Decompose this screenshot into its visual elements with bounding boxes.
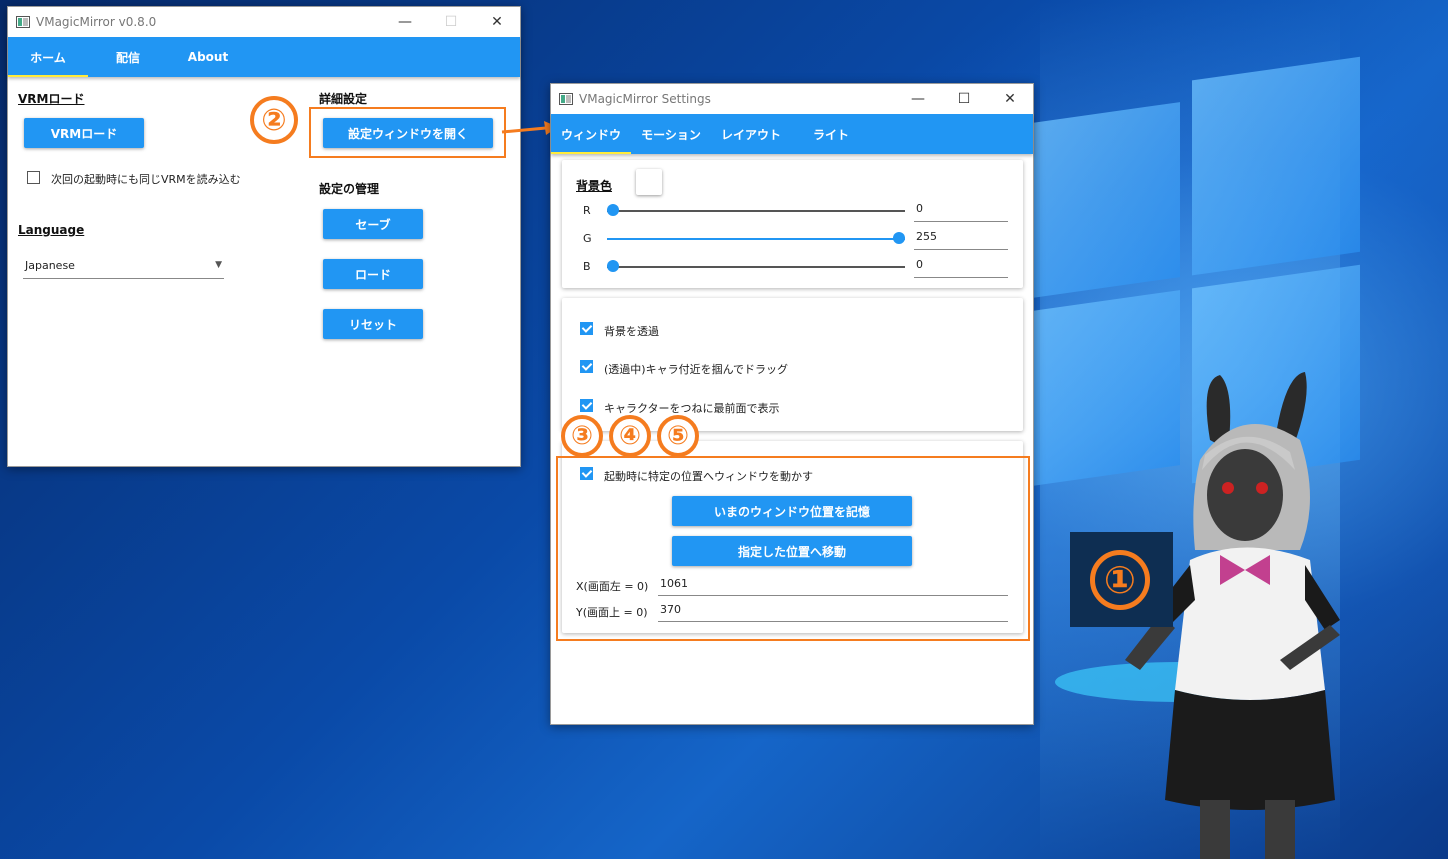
chevron-down-icon: ▼	[215, 260, 222, 270]
slider-b-track[interactable]	[607, 266, 905, 268]
slider-g-value[interactable]: 255	[914, 230, 1008, 250]
vrm-section-label: VRMロード	[18, 92, 85, 106]
save-button[interactable]: セーブ	[323, 209, 423, 239]
slider-b-label: B	[583, 260, 591, 273]
advanced-section-label: 詳細設定	[319, 92, 368, 106]
slider-r-value[interactable]: 0	[914, 202, 1008, 222]
app-icon	[16, 16, 30, 28]
slider-r-thumb[interactable]	[607, 204, 619, 216]
annotation-1: ①	[1090, 550, 1150, 610]
tab-layout[interactable]: レイアウト	[711, 114, 791, 154]
bg-color-label: 背景色	[576, 179, 613, 193]
tab-home[interactable]: ホーム	[8, 37, 88, 77]
slider-b-thumb[interactable]	[607, 260, 619, 272]
topmost-label: キャラクターをつねに最前面で表示	[604, 402, 780, 415]
maximize-icon[interactable]: ☐	[941, 84, 987, 114]
drag-label: (透過中)キャラ付近を掴んでドラッグ	[604, 363, 789, 376]
settings-titlebar: VMagicMirror Settings — ☐ ✕	[551, 84, 1033, 114]
language-section-label: Language	[18, 223, 85, 237]
slider-b-value[interactable]: 0	[914, 258, 1008, 278]
bg-color-card: 背景色 R 0 G 255 B 0	[562, 160, 1023, 288]
window-title: VMagicMirror v0.8.0	[36, 15, 157, 29]
language-select[interactable]: Japanese ▼	[23, 255, 224, 279]
bg-color-swatch[interactable]	[636, 169, 662, 195]
settings-window-title: VMagicMirror Settings	[579, 92, 711, 106]
main-titlebar: VMagicMirror v0.8.0 — ☐ ✕	[8, 7, 520, 37]
slider-r-track[interactable]	[607, 210, 905, 212]
minimize-icon[interactable]: —	[895, 84, 941, 114]
slider-g-thumb[interactable]	[893, 232, 905, 244]
load-button[interactable]: ロード	[323, 259, 423, 289]
maximize-icon[interactable]: ☐	[428, 7, 474, 37]
slider-g-label: G	[583, 232, 592, 245]
main-tabbar: ホーム 配信 About	[8, 37, 520, 77]
annotation-5: ⑤	[657, 415, 699, 457]
close-icon[interactable]: ✕	[987, 84, 1033, 114]
topmost-checkbox[interactable]	[580, 399, 593, 412]
tab-light[interactable]: ライト	[791, 114, 871, 154]
windows-logo-pane	[1192, 56, 1360, 276]
minimize-icon[interactable]: —	[382, 7, 428, 37]
transparent-bg-label: 背景を透過	[604, 325, 659, 338]
autoload-label: 次回の起動時にも同じVRMを読み込む	[51, 173, 241, 186]
close-icon[interactable]: ✕	[474, 7, 520, 37]
autoload-checkbox[interactable]	[27, 171, 40, 184]
reset-button[interactable]: リセット	[323, 309, 423, 339]
annotation-box-345	[556, 456, 1030, 641]
app-icon	[559, 93, 573, 105]
annotation-3: ③	[561, 415, 603, 457]
vrm-load-button[interactable]: VRMロード	[24, 118, 144, 148]
tab-motion[interactable]: モーション	[631, 114, 711, 154]
language-value: Japanese	[25, 259, 75, 272]
annotation-2: ②	[250, 96, 298, 144]
drag-checkbox[interactable]	[580, 360, 593, 373]
tab-about[interactable]: About	[168, 37, 248, 77]
annotation-box-2	[309, 107, 506, 158]
manage-section-label: 設定の管理	[319, 182, 380, 196]
slider-r-label: R	[583, 204, 591, 217]
windows-logo-pane	[1030, 102, 1180, 299]
annotation-4: ④	[609, 415, 651, 457]
settings-tabbar: ウィンドウ モーション レイアウト ライト	[551, 114, 1033, 154]
tab-window[interactable]: ウィンドウ	[551, 114, 631, 154]
main-window: VMagicMirror v0.8.0 — ☐ ✕ ホーム 配信 About V…	[7, 6, 521, 467]
slider-g-track[interactable]	[607, 238, 905, 240]
transparent-bg-checkbox[interactable]	[580, 322, 593, 335]
tab-streaming[interactable]: 配信	[88, 37, 168, 77]
transparency-card: 背景を透過 (透過中)キャラ付近を掴んでドラッグ キャラクターをつねに最前面で表…	[562, 298, 1023, 431]
